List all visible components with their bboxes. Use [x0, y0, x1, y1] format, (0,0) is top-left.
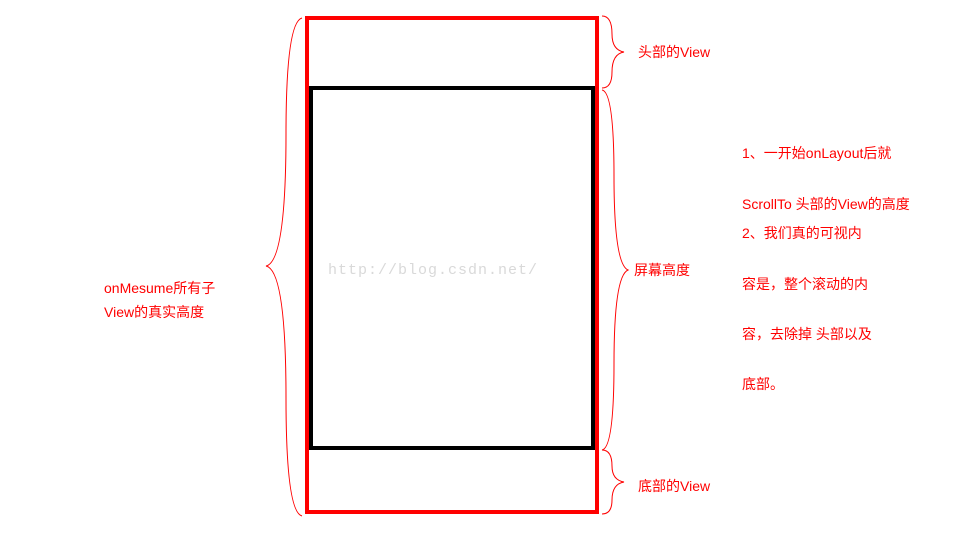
note-2-line2: 容是，整个滚动的内: [742, 276, 868, 292]
label-onmeasure-1: onMesume所有子: [104, 276, 215, 301]
brace-left-icon: [256, 14, 306, 522]
note-2-line4: 底部。: [742, 376, 784, 392]
note-2-line3: 容，去除掉 头部以及: [742, 326, 872, 342]
note-1-line1: 1、一开始onLayout后就: [742, 145, 891, 161]
note-2-line1: 2、我们真的可视内: [742, 225, 862, 241]
label-header-view: 头部的View: [638, 42, 710, 62]
label-screen-height: 屏幕高度: [634, 260, 690, 280]
brace-top-icon: [600, 14, 634, 94]
label-footer-view: 底部的View: [638, 476, 710, 496]
note-2: 2、我们真的可视内 容是，整个滚动的内 容，去除掉 头部以及 底部。: [742, 196, 872, 398]
label-onmeasure-2: View的真实高度: [104, 300, 204, 325]
brace-bottom-icon: [600, 448, 634, 522]
watermark-text: http://blog.csdn.net/: [328, 262, 538, 279]
